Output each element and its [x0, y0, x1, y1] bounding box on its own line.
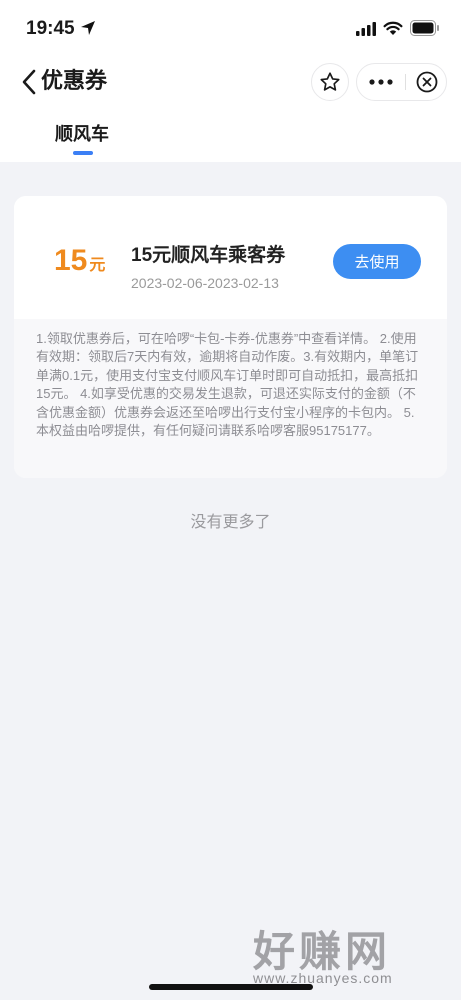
wifi-icon	[383, 21, 403, 35]
tab-active-indicator	[73, 151, 93, 155]
coupon-amount-value: 15	[54, 244, 88, 277]
coupon-name: 15元顺风车乘客券	[131, 245, 286, 266]
status-bar: 19:45	[0, 0, 461, 56]
chevron-left-icon	[22, 69, 36, 95]
status-time: 19:45	[26, 18, 75, 39]
battery-icon	[410, 20, 439, 36]
close-circle-icon	[416, 71, 438, 93]
favorite-button[interactable]	[311, 63, 349, 101]
more-dots-icon	[369, 79, 393, 85]
coupon-amount: 15 元	[54, 244, 105, 278]
close-button[interactable]	[407, 64, 447, 100]
watermark-logo: 好赚网 www.zhuanyes.com	[253, 918, 443, 990]
home-indicator[interactable]	[149, 984, 313, 990]
more-button[interactable]	[357, 64, 405, 100]
location-arrow-icon	[81, 21, 95, 35]
tab-shunfengche[interactable]: 顺风车	[55, 120, 109, 146]
miniapp-capsule	[356, 63, 447, 101]
page-title: 优惠券	[41, 68, 108, 93]
coupon-amount-unit: 元	[89, 257, 106, 274]
cellular-signal-icon	[356, 22, 376, 36]
coupon-validity: 2023-02-06-2023-02-13	[131, 275, 279, 291]
coupon-header: 15 元 15元顺风车乘客券 2023-02-06-2023-02-13 去使用	[14, 196, 447, 319]
coupon-card: 15 元 15元顺风车乘客券 2023-02-06-2023-02-13 去使用 …	[14, 196, 447, 478]
coupon-rules: 1.领取优惠券后，可在哈啰“卡包-卡券-优惠券”中查看详情。 2.使用有效期：领…	[14, 319, 447, 478]
back-button[interactable]	[14, 62, 44, 102]
header-area: 19:45 优惠券 顺风车	[0, 0, 461, 162]
use-coupon-button[interactable]: 去使用	[333, 244, 421, 279]
capsule-divider	[405, 74, 406, 90]
no-more-text: 没有更多了	[190, 514, 271, 531]
star-icon	[320, 72, 340, 91]
